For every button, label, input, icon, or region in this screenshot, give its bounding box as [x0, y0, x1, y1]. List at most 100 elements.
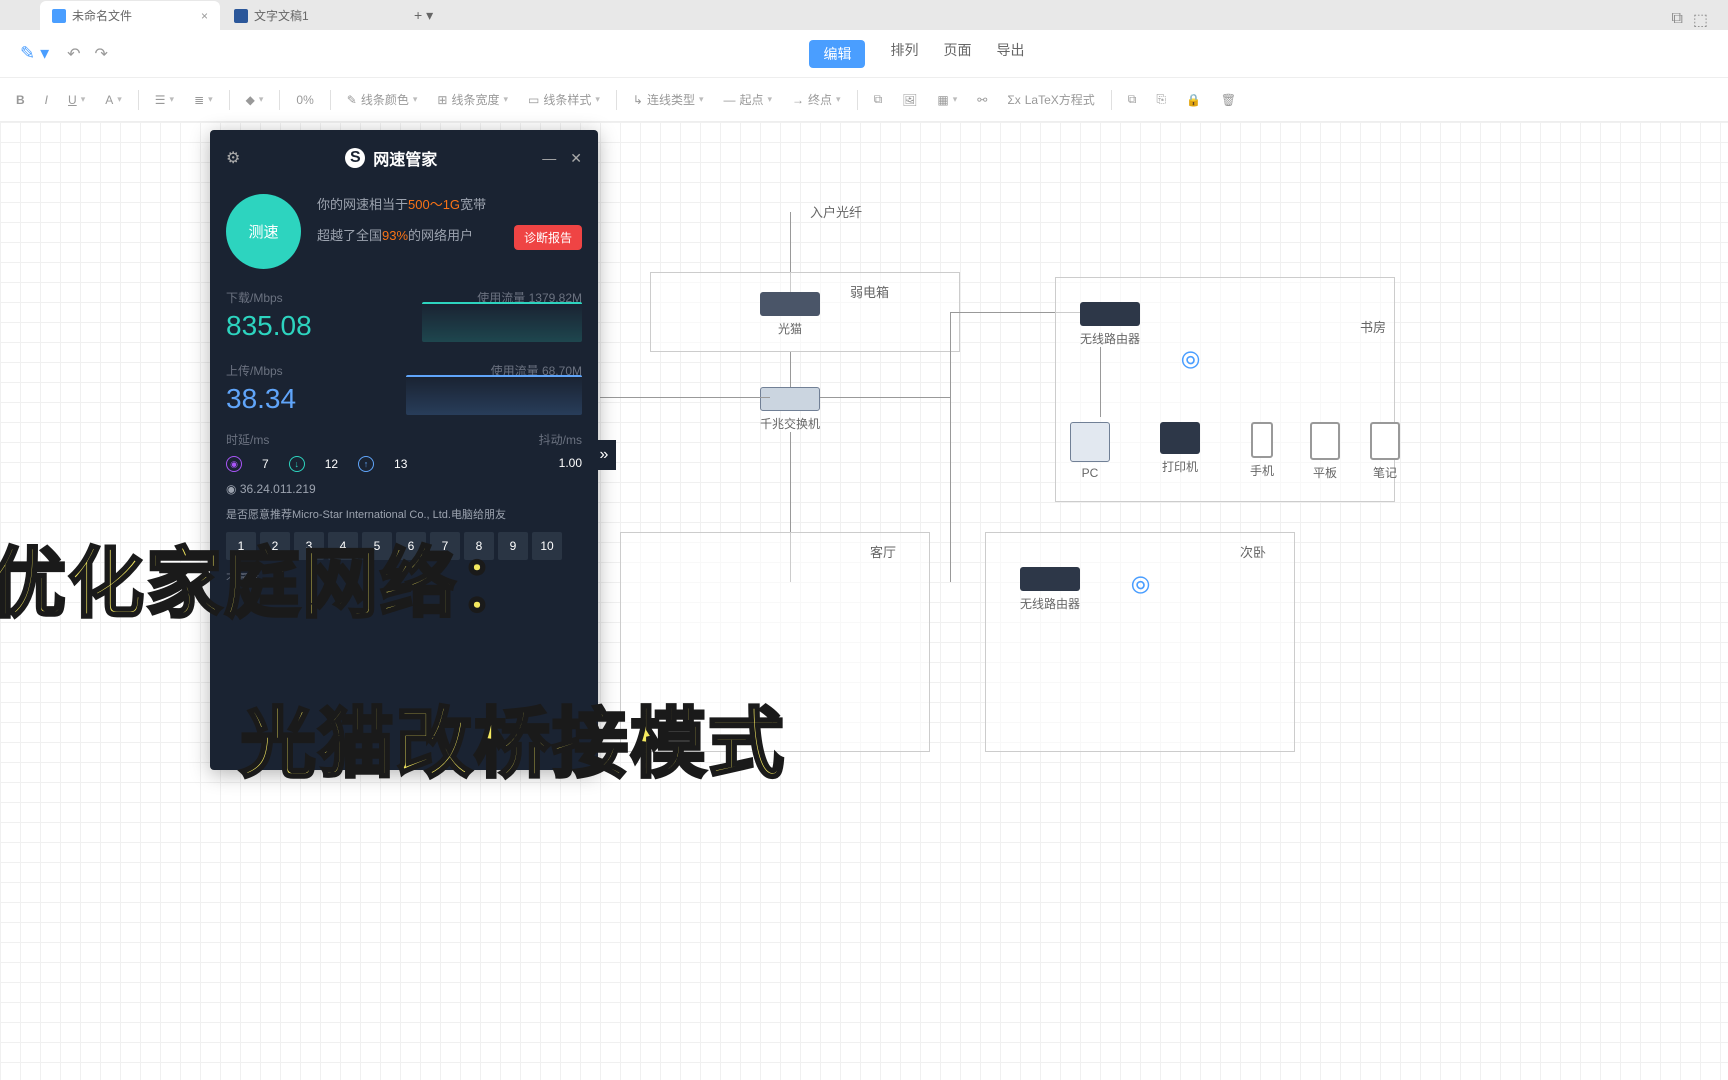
diagram-file-icon	[52, 9, 66, 23]
phone-icon	[1251, 422, 1273, 458]
canvas[interactable]: ⚙ S 网速管家 — ✕ 测速 你的网速相当于500～1G宽带 超越了全国93%…	[0, 122, 1728, 1080]
speed-test-widget: ⚙ S 网速管家 — ✕ 测速 你的网速相当于500～1G宽带 超越了全国93%…	[210, 130, 598, 770]
lock-button[interactable]: 🔒	[1178, 89, 1209, 111]
printer-device[interactable]: 打印机	[1160, 422, 1200, 475]
tablet-icon	[1310, 422, 1340, 460]
switch-device[interactable]: 千兆交换机	[760, 387, 820, 432]
tab-untitled[interactable]: 未命名文件 ×	[40, 1, 220, 30]
jitter-label: 抖动/ms	[539, 431, 582, 448]
tab-label: 未命名文件	[72, 7, 132, 24]
connection-line	[820, 397, 950, 398]
switch-icon	[760, 387, 820, 411]
latex-button[interactable]: Σx LaTeX方程式	[999, 87, 1102, 112]
overlay-title-1: 优化家庭网络：	[0, 522, 536, 632]
italic-button[interactable]: I	[37, 89, 56, 111]
router-device-2[interactable]: 无线路由器	[1020, 567, 1080, 612]
overlay-title-2: 光猫改桥接模式	[240, 682, 786, 792]
widget-logo-icon: S	[345, 148, 365, 168]
latency-label: 时延/ms	[226, 431, 407, 448]
metric-icon: ↓	[289, 456, 305, 472]
connection-type-button[interactable]: ↳ 连线类型▾	[625, 87, 712, 112]
gear-icon[interactable]: ⚙	[226, 148, 240, 168]
phone-device[interactable]: 手机	[1250, 422, 1274, 479]
end-point-button[interactable]: → 终点▾	[784, 87, 849, 112]
bold-button[interactable]: B	[8, 89, 33, 111]
study-label: 书房	[1360, 317, 1386, 336]
underline-button[interactable]: U▾	[60, 89, 93, 111]
font-color-button[interactable]: A▾	[97, 89, 130, 111]
duplicate-button[interactable]: ⎘	[1148, 88, 1174, 111]
laptop-icon	[1370, 422, 1400, 460]
mode-export[interactable]: 导出	[996, 40, 1024, 68]
modem-icon	[760, 292, 820, 316]
align-button[interactable]: ☰▾	[147, 89, 182, 111]
close-button[interactable]: ✕	[570, 150, 582, 167]
connection-line	[1100, 347, 1101, 417]
download-label: 下载/Mbps	[226, 289, 283, 306]
word-file-icon	[234, 9, 248, 23]
tab-bar: 未命名文件 × 文字文稿1 + ▾ ⧉ ⬚	[0, 0, 1728, 30]
main-toolbar: ✎ ▾ ↶ ↷ 编辑 排列 页面 导出	[0, 30, 1728, 78]
bedroom-box[interactable]	[985, 532, 1295, 752]
metric-icon: ◉	[226, 456, 242, 472]
upload-label: 上传/Mbps	[226, 362, 283, 379]
mode-arrange[interactable]: 排列	[890, 40, 918, 68]
start-point-button[interactable]: — 起点▾	[715, 87, 780, 112]
line-style-button[interactable]: ▭ 线条样式▾	[520, 87, 608, 112]
add-tab-button[interactable]: + ▾	[404, 1, 443, 30]
link-button[interactable]: ⚯	[969, 89, 995, 111]
upload-chart	[406, 375, 582, 415]
ip-address: ◉ 36.24.011.219	[226, 482, 582, 496]
list-button[interactable]: ≣▾	[186, 89, 221, 111]
download-chart	[422, 302, 582, 342]
group-button[interactable]: ⧉	[866, 88, 891, 111]
mode-edit[interactable]: 编辑	[809, 40, 865, 68]
layout-icon[interactable]: ⧉	[1671, 10, 1682, 30]
download-speed: 835.08	[226, 310, 312, 342]
widget-title: S 网速管家	[345, 146, 437, 170]
minimize-button[interactable]: —	[542, 150, 556, 167]
metric-icon: ↑	[358, 456, 374, 472]
table-button[interactable]: ▦▾	[929, 89, 965, 111]
laptop-device[interactable]: 笔记	[1370, 422, 1400, 481]
living-room-label: 客厅	[870, 542, 896, 561]
opacity-input[interactable]: 0%	[288, 89, 321, 111]
weak-box-label: 弱电箱	[850, 282, 889, 301]
tab-word-doc[interactable]: 文字文稿1	[222, 1, 402, 30]
line-width-button[interactable]: ⊞ 线条宽度▾	[429, 87, 516, 112]
redo-button[interactable]: ↷	[95, 44, 108, 64]
router-icon	[1080, 302, 1140, 326]
pc-device[interactable]: PC	[1070, 422, 1110, 480]
image-button[interactable]: 🖼	[894, 89, 925, 111]
trash-button[interactable]: 🗑	[1213, 89, 1244, 111]
modem-device[interactable]: 光猫	[760, 292, 820, 337]
arrange-button[interactable]: ⧉	[1120, 88, 1145, 111]
format-toolbar: B I U▾ A▾ ☰▾ ≣▾ ◆▾ 0% ✎ 线条颜色▾ ⊞ 线条宽度▾ ▭ …	[0, 78, 1728, 122]
undo-button[interactable]: ↶	[67, 44, 80, 64]
expand-button[interactable]: »	[592, 440, 616, 470]
connection-line	[790, 352, 791, 392]
speed-test-button[interactable]: 测速	[226, 194, 301, 269]
fill-button[interactable]: ◆▾	[238, 89, 272, 111]
pencil-icon[interactable]: ✎ ▾	[20, 43, 49, 64]
line-color-button[interactable]: ✎ 线条颜色▾	[339, 87, 426, 112]
router-device[interactable]: 无线路由器	[1080, 302, 1140, 347]
pc-icon	[1070, 422, 1110, 462]
tablet-device[interactable]: 平板	[1310, 422, 1340, 481]
fiber-label: 入户光纤	[810, 202, 862, 221]
connection-line	[950, 312, 951, 582]
printer-icon	[1160, 422, 1200, 454]
cube-icon[interactable]: ⬚	[1693, 10, 1708, 30]
mode-page[interactable]: 页面	[943, 40, 971, 68]
rating-10[interactable]: 10	[532, 532, 562, 560]
survey-text: 是否愿意推荐Micro-Star International Co., Ltd.…	[226, 506, 582, 522]
mode-tabs: 编辑 排列 页面 导出	[809, 40, 1024, 68]
router-icon	[1020, 567, 1080, 591]
tab-label: 文字文稿1	[254, 7, 309, 24]
connection-line	[600, 397, 770, 398]
undo-redo: ↶ ↷	[67, 44, 108, 64]
tab-right-controls: ⧉ ⬚	[1671, 10, 1728, 30]
upload-speed: 38.34	[226, 383, 296, 415]
close-icon[interactable]: ×	[201, 9, 208, 23]
diagnosis-button[interactable]: 诊断报告	[514, 225, 582, 250]
